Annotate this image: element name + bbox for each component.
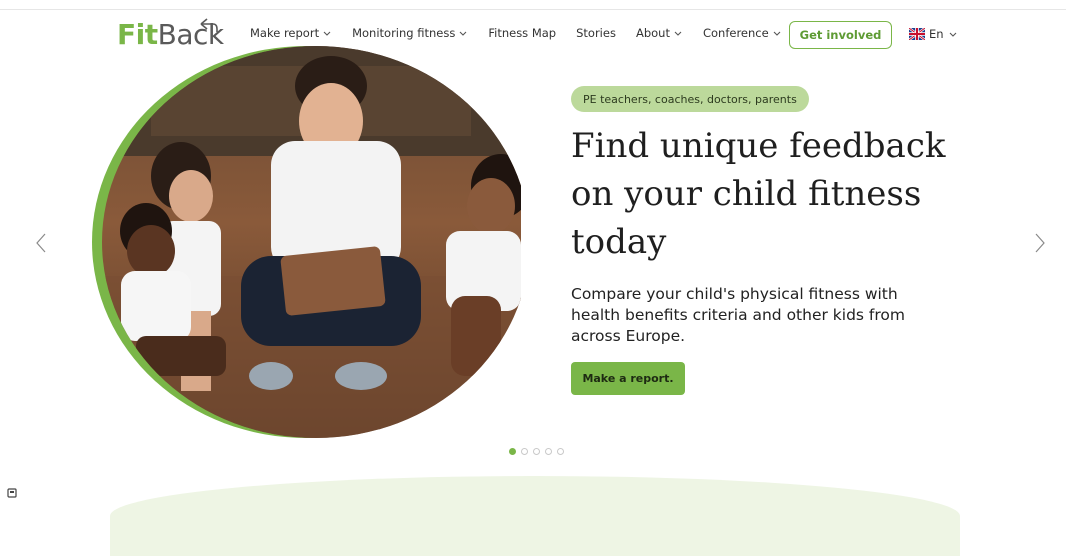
- top-divider: [0, 9, 1066, 10]
- next-section-background: [110, 476, 960, 556]
- undo-arrow-icon: [200, 18, 218, 32]
- chevron-down-icon: [459, 31, 467, 36]
- hero-image: [91, 46, 521, 438]
- language-label: En: [929, 27, 944, 41]
- nav-label: Make report: [250, 26, 320, 40]
- get-involved-button[interactable]: Get involved: [789, 21, 892, 49]
- hero-photo-illustration: [92, 46, 521, 438]
- chevron-down-icon: [323, 31, 331, 36]
- nav-about[interactable]: About: [636, 26, 683, 40]
- hero-subtext: Compare your child's physical fitness wi…: [571, 285, 905, 345]
- carousel-dot[interactable]: [545, 448, 552, 455]
- nav-stories[interactable]: Stories: [576, 26, 616, 40]
- nav-label: Monitoring fitness: [352, 26, 456, 40]
- carousel-dot[interactable]: [533, 448, 540, 455]
- nav-fitness-map[interactable]: Fitness Map: [488, 26, 556, 40]
- nav-label: Stories: [576, 26, 616, 40]
- nav-monitoring-fitness[interactable]: Monitoring fitness: [352, 26, 468, 40]
- chevron-down-icon: [949, 32, 956, 37]
- carousel-dots: [509, 448, 569, 455]
- hero-headline: Find unique feedback on your child fitne…: [571, 126, 946, 262]
- carousel-dot[interactable]: [521, 448, 528, 455]
- carousel-dot[interactable]: [557, 448, 564, 455]
- nav-label: Conference: [702, 26, 769, 40]
- uk-flag-icon: [909, 28, 925, 40]
- nav-conference[interactable]: Conference: [703, 26, 782, 40]
- chevron-down-icon: [773, 31, 781, 36]
- nav-label: About: [635, 26, 670, 40]
- main-nav: Make report Monitoring fitness Fitness M…: [250, 26, 802, 40]
- nav-label: Fitness Map: [488, 26, 557, 40]
- chevron-right-icon[interactable]: [1033, 232, 1047, 254]
- chevron-down-icon: [674, 31, 682, 36]
- make-report-button[interactable]: Make a report.: [571, 362, 685, 395]
- audience-pill: PE teachers, coaches, doctors, parents: [571, 86, 809, 112]
- carousel-dot[interactable]: [509, 448, 516, 455]
- nav-make-report[interactable]: Make report: [250, 26, 332, 40]
- cookie-icon[interactable]: [7, 488, 17, 498]
- language-selector[interactable]: En: [909, 27, 958, 41]
- chevron-left-icon[interactable]: [34, 232, 48, 254]
